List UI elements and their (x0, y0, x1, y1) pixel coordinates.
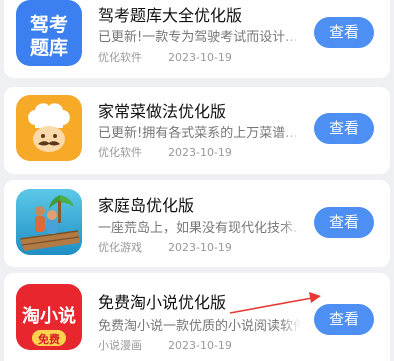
app-card-free-novel[interactable]: 淘小说 免费 免费淘小说优化版 免费淘小说一款优质的小说阅读软件 小说漫画 202… (4, 273, 390, 361)
app-meta: 优化软件 2023-10-19 (98, 49, 232, 65)
app-description: 免费淘小说一款优质的小说阅读软件 (98, 315, 301, 334)
app-description: 已更新!拥有各式菜系的上万菜谱... (98, 122, 301, 141)
app-card-driving-exam[interactable]: 驾考 题库 驾考题库大全优化版 已更新!一款专为驾驶考试而设计... 优化软件 2… (4, 0, 390, 78)
app-title[interactable]: 免费淘小说优化版 (98, 289, 226, 313)
app-meta: 优化游戏 2023-10-19 (98, 239, 232, 255)
app-date: 2023-10-19 (168, 339, 232, 352)
island-icon[interactable] (16, 189, 82, 255)
app-card-home-cooking[interactable]: 家常菜做法优化版 已更新!拥有各式菜系的上万菜谱... 优化软件 2023-10-… (4, 87, 390, 174)
app-description: 一座荒岛上，如果没有现代化技术... (98, 217, 301, 236)
view-button[interactable]: 查看 (314, 113, 374, 144)
view-button[interactable]: 查看 (314, 17, 374, 48)
chef-icon[interactable] (16, 95, 82, 161)
app-date: 2023-10-19 (168, 146, 232, 159)
novel-app-icon[interactable]: 淘小说 免费 (16, 284, 82, 350)
svg-text:免费: 免费 (38, 332, 60, 346)
app-category: 优化软件 (98, 146, 142, 159)
view-button[interactable]: 查看 (314, 304, 374, 335)
svg-text:题库: 题库 (30, 36, 68, 59)
exam-book-icon[interactable]: 驾考 题库 (16, 0, 82, 66)
app-title[interactable]: 家常菜做法优化版 (98, 98, 226, 122)
app-meta: 小说漫画 2023-10-19 (98, 337, 232, 353)
app-category: 小说漫画 (98, 339, 142, 352)
view-button[interactable]: 查看 (314, 207, 374, 238)
app-title[interactable]: 驾考题库大全优化版 (98, 2, 242, 26)
app-date: 2023-10-19 (168, 51, 232, 64)
app-list: 驾考 题库 驾考题库大全优化版 已更新!一款专为驾驶考试而设计... 优化软件 2… (0, 0, 394, 361)
app-category: 优化游戏 (98, 241, 142, 254)
app-card-family-island[interactable]: 家庭岛优化版 一座荒岛上，如果没有现代化技术... 优化游戏 2023-10-19… (4, 180, 390, 267)
svg-text:淘小说: 淘小说 (22, 305, 76, 327)
app-date: 2023-10-19 (168, 241, 232, 254)
app-title[interactable]: 家庭岛优化版 (98, 192, 194, 216)
app-category: 优化软件 (98, 51, 142, 64)
svg-text:驾考: 驾考 (30, 13, 68, 36)
app-meta: 优化软件 2023-10-19 (98, 144, 232, 160)
app-description: 已更新!一款专为驾驶考试而设计... (98, 26, 301, 45)
